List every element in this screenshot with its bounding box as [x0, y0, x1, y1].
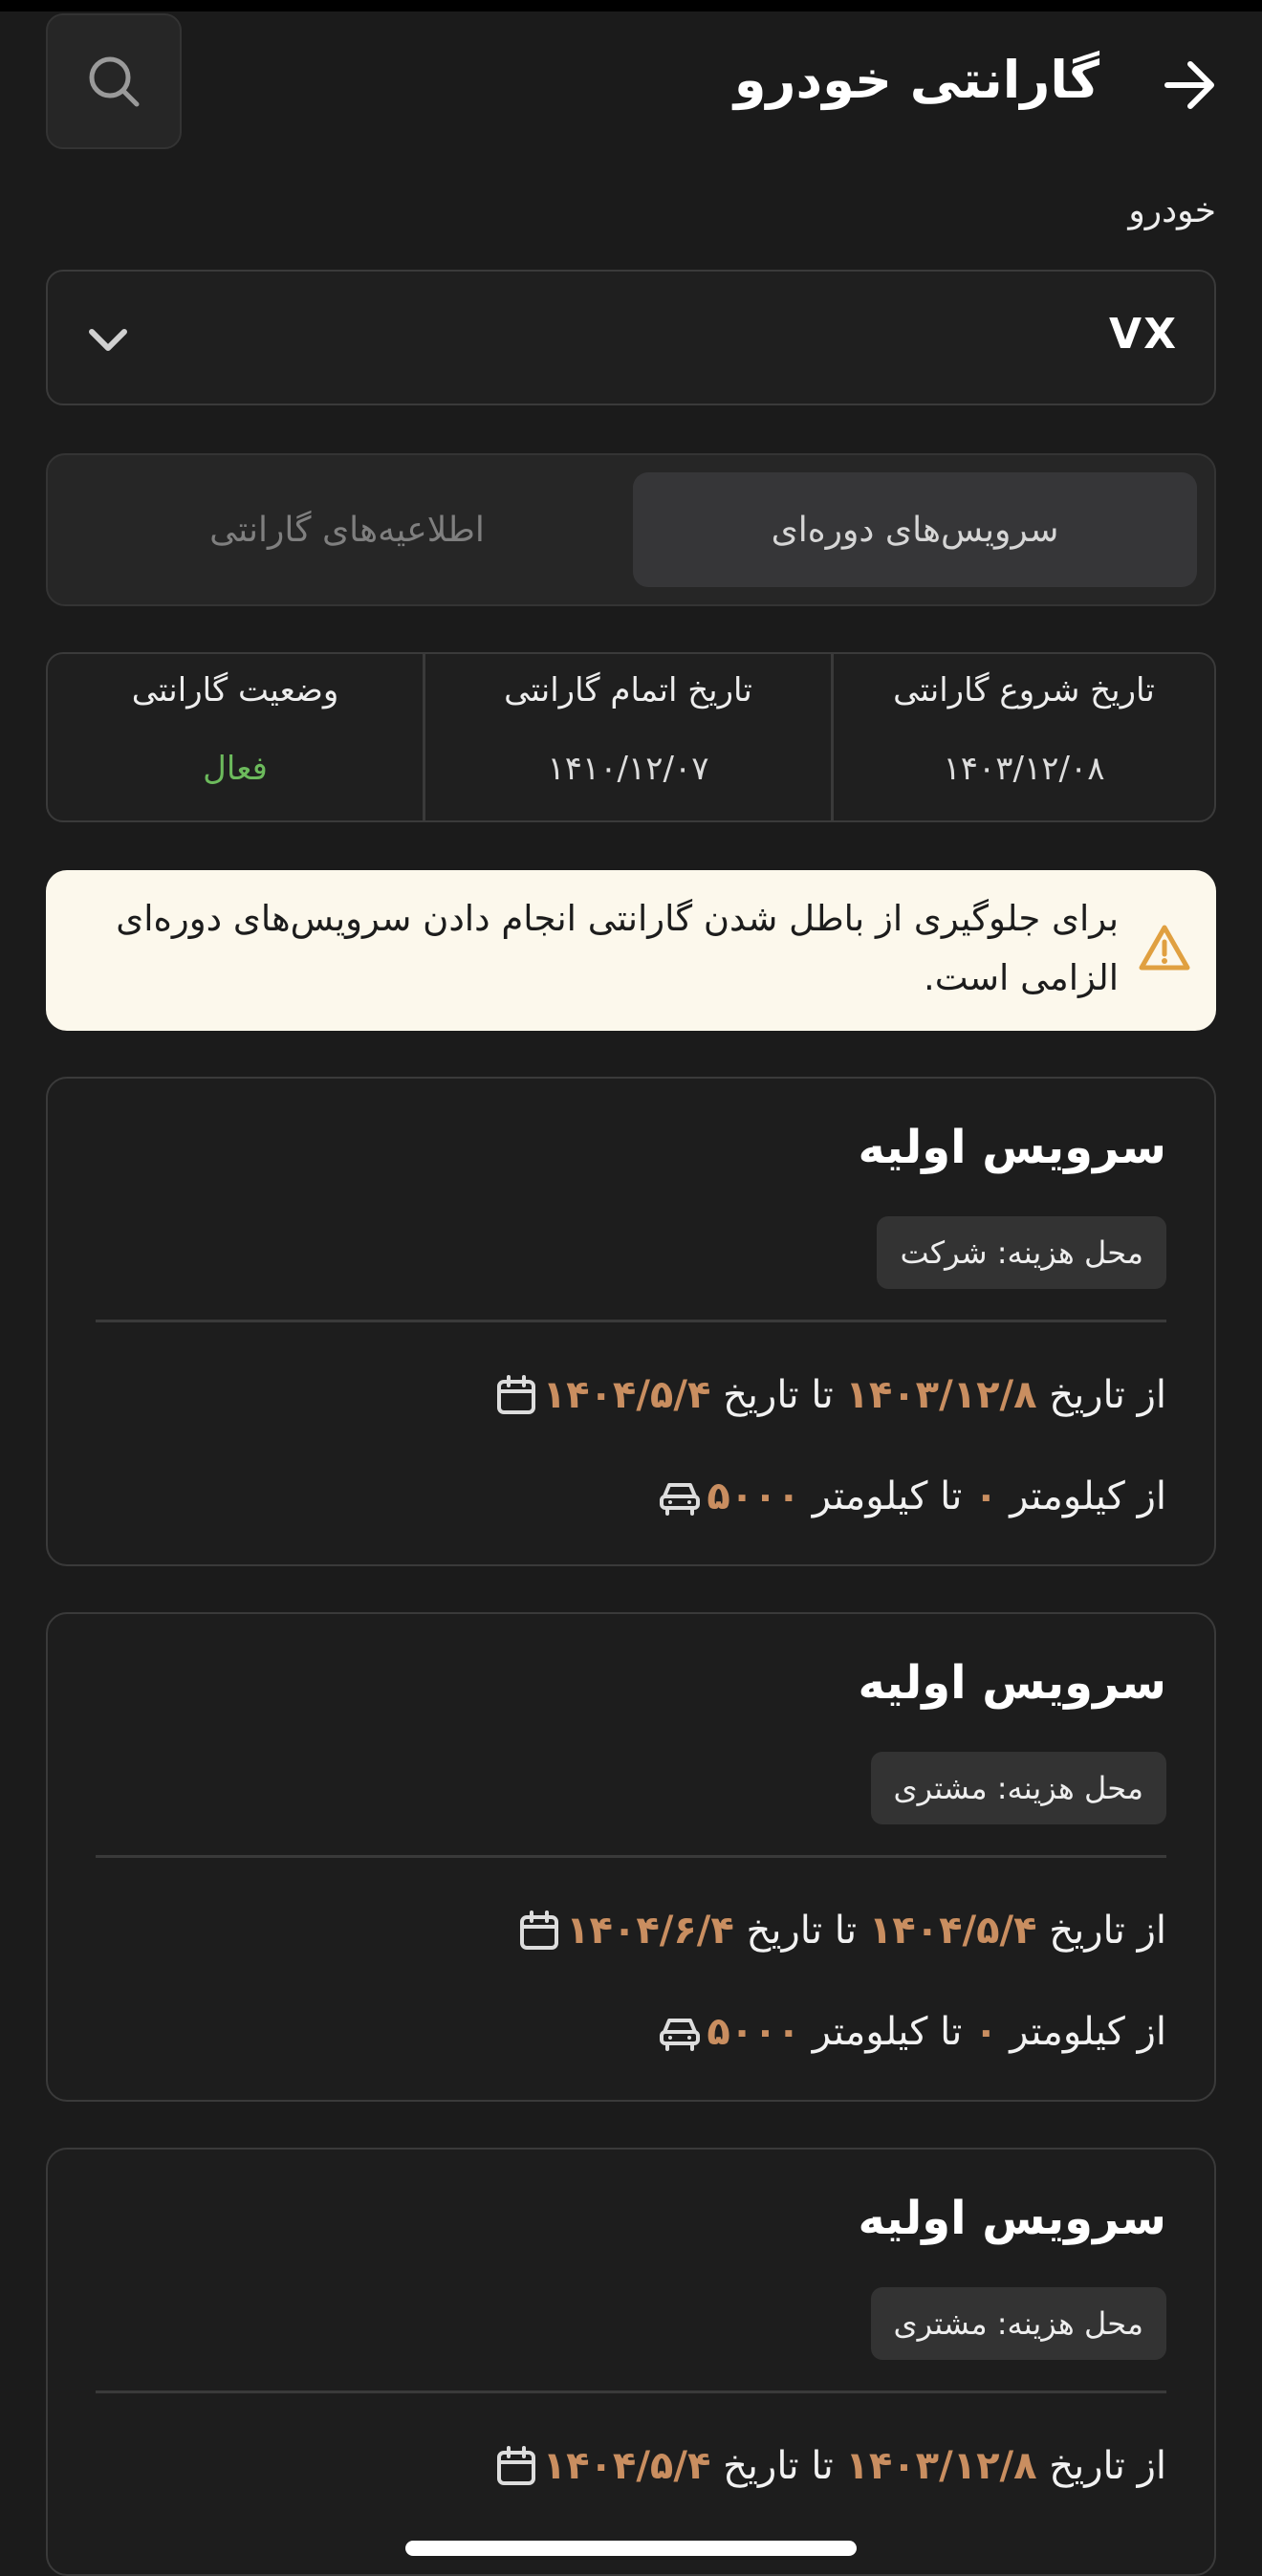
vehicle-label: خودرو [1128, 191, 1216, 230]
from-km-label: از کیلومتر [1010, 2010, 1166, 2054]
from-km-label: از کیلومتر [1010, 1474, 1166, 1518]
status-bar [0, 0, 1262, 11]
calendar-icon [512, 1904, 566, 1957]
service-card[interactable]: سرویس اولیه محل هزینه: مشتری از تاریخ ۱۴… [46, 2148, 1216, 2576]
calendar-icon [490, 1368, 543, 1422]
date-from: ۱۴۰۳/۱۲/۸ [845, 1373, 1037, 1417]
date-range-row: از تاریخ ۱۴۰۳/۱۲/۸ تا تاریخ ۱۴۰۴/۵/۴ [468, 2433, 1166, 2500]
warranty-info-table: تاریخ شروع گارانتی ۱۴۰۳/۱۲/۰۸ تاریخ اتما… [46, 652, 1216, 822]
km-from: ۰ [974, 1474, 998, 1518]
to-date-label: تا تاریخ [723, 2444, 834, 2488]
warning-icon [1138, 922, 1191, 979]
date-range-row: از تاریخ ۱۴۰۴/۵/۴ تا تاریخ ۱۴۰۴/۶/۴ [491, 1897, 1166, 1964]
km-range-row: از کیلومتر ۰ تا کیلومتر ۵۰۰۰ [632, 1998, 1166, 2065]
warranty-start-cell: تاریخ شروع گارانتی ۱۴۰۳/۱۲/۰۸ [834, 654, 1214, 820]
km-to: ۵۰۰۰ [707, 2010, 801, 2054]
cost-badge: محل هزینه: مشتری [870, 2287, 1166, 2360]
arrow-right-icon [1164, 61, 1214, 109]
tab-bar: سرویس‌های دوره‌ای اطلاعیه‌های گارانتی [46, 453, 1216, 606]
warranty-start-label: تاریخ شروع گارانتی [893, 671, 1155, 709]
date-from: ۱۴۰۳/۱۲/۸ [845, 2444, 1037, 2488]
from-date-label: از تاریخ [1049, 2444, 1166, 2488]
date-range-text: از تاریخ ۱۴۰۴/۵/۴ تا تاریخ ۱۴۰۴/۶/۴ [566, 1909, 1166, 1953]
date-from: ۱۴۰۴/۵/۴ [868, 1909, 1037, 1953]
app-header: گارانتی خودرو [0, 11, 1262, 155]
warranty-start-value: ۱۴۰۳/۱۲/۰۸ [943, 750, 1105, 788]
km-range-text: از کیلومتر ۰ تا کیلومتر ۵۰۰۰ [707, 1474, 1166, 1518]
from-date-label: از تاریخ [1049, 1909, 1166, 1953]
warranty-end-cell: تاریخ اتمام گارانتی ۱۴۱۰/۱۲/۰۷ [425, 654, 834, 820]
calendar-icon [490, 2439, 543, 2493]
date-range-text: از تاریخ ۱۴۰۳/۱۲/۸ تا تاریخ ۱۴۰۴/۵/۴ [543, 2444, 1166, 2488]
date-to: ۱۴۰۴/۵/۴ [542, 1373, 711, 1417]
search-icon [89, 56, 140, 107]
search-button[interactable] [46, 13, 182, 149]
km-range-row: از کیلومتر ۰ تا کیلومتر ۵۰۰۰ [632, 1463, 1166, 1530]
from-date-label: از تاریخ [1049, 1373, 1166, 1417]
divider [96, 1855, 1166, 1858]
warranty-alert: برای جلوگیری از باطل شدن گارانتی انجام د… [46, 870, 1216, 1031]
vehicle-select[interactable]: VX [46, 270, 1216, 405]
km-to: ۵۰۰۰ [707, 1474, 801, 1518]
service-title: سرویس اولیه [858, 1121, 1167, 1174]
car-icon [653, 2005, 707, 2059]
vehicle-select-value: VX [1109, 310, 1178, 359]
service-title: سرویس اولیه [858, 2192, 1167, 2245]
divider [96, 2390, 1166, 2393]
warranty-status-label: وضعیت گارانتی [131, 671, 339, 709]
to-date-label: تا تاریخ [746, 1909, 858, 1953]
date-to: ۱۴۰۴/۶/۴ [566, 1909, 734, 1953]
back-button[interactable] [1157, 52, 1224, 119]
cost-badge: محل هزینه: شرکت [877, 1216, 1166, 1289]
to-date-label: تا تاریخ [723, 1373, 834, 1417]
to-km-label: تا کیلومتر [812, 1474, 963, 1518]
alert-message: برای جلوگیری از باطل شدن گارانتی انجام د… [116, 898, 1119, 998]
service-title: سرویس اولیه [858, 1656, 1167, 1710]
date-to: ۱۴۰۴/۵/۴ [542, 2444, 711, 2488]
chevron-down-icon [84, 316, 132, 367]
service-card[interactable]: سرویس اولیه محل هزینه: شرکت از تاریخ ۱۴۰… [46, 1077, 1216, 1566]
page-title: گارانتی خودرو [733, 50, 1099, 110]
km-from: ۰ [974, 2010, 998, 2054]
cost-badge: محل هزینه: مشتری [870, 1752, 1166, 1824]
car-icon [653, 1470, 707, 1523]
tab-periodic-services[interactable]: سرویس‌های دوره‌ای [633, 472, 1197, 587]
divider [96, 1320, 1166, 1322]
home-indicator[interactable] [405, 2541, 857, 2556]
km-range-text: از کیلومتر ۰ تا کیلومتر ۵۰۰۰ [707, 2010, 1166, 2054]
warranty-end-label: تاریخ اتمام گارانتی [504, 671, 752, 709]
tab-warranty-notices[interactable]: اطلاعیه‌های گارانتی [65, 472, 629, 587]
service-card[interactable]: سرویس اولیه محل هزینه: مشتری از تاریخ ۱۴… [46, 1612, 1216, 2102]
warranty-end-value: ۱۴۱۰/۱۲/۰۷ [547, 750, 709, 788]
date-range-row: از تاریخ ۱۴۰۳/۱۲/۸ تا تاریخ ۱۴۰۴/۵/۴ [468, 1362, 1166, 1429]
to-km-label: تا کیلومتر [812, 2010, 963, 2054]
date-range-text: از تاریخ ۱۴۰۳/۱۲/۸ تا تاریخ ۱۴۰۴/۵/۴ [543, 1373, 1166, 1417]
warranty-status-value: فعال [203, 750, 268, 788]
warranty-status-cell: وضعیت گارانتی فعال [48, 654, 425, 820]
